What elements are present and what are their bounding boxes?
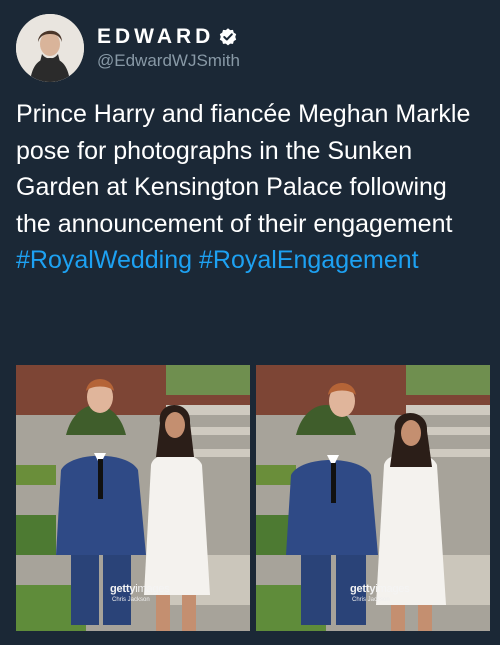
profile-photo-icon [16, 14, 84, 82]
hashtag-royalwedding[interactable]: #RoyalWedding [16, 246, 192, 274]
tweet-text: Prince Harry and fiancée Meghan Markle p… [16, 96, 486, 279]
display-name[interactable]: EDWARD [97, 25, 214, 49]
avatar[interactable] [16, 14, 84, 82]
media-grid: gettyimages Chris Jackson gettyimages Ch… [16, 365, 490, 631]
tweet-header: EDWARD @EdwardWJSmith [16, 14, 240, 82]
photo-left[interactable]: gettyimages Chris Jackson [16, 365, 250, 631]
tweet-body: Prince Harry and fiancée Meghan Markle p… [16, 100, 471, 238]
getty-watermark: gettyimages [110, 583, 170, 595]
handle[interactable]: @EdwardWJSmith [97, 51, 240, 71]
hashtag-royalengagement[interactable]: #RoyalEngagement [199, 246, 419, 274]
getty-watermark: gettyimages [350, 583, 410, 595]
author-names: EDWARD @EdwardWJSmith [97, 25, 240, 71]
verified-badge-icon [220, 28, 237, 46]
photo-right[interactable]: gettyimages Chris Jackson [256, 365, 490, 631]
photo-credit: Chris Jackson [112, 597, 150, 603]
photo-credit: Chris Jackson [352, 597, 390, 603]
